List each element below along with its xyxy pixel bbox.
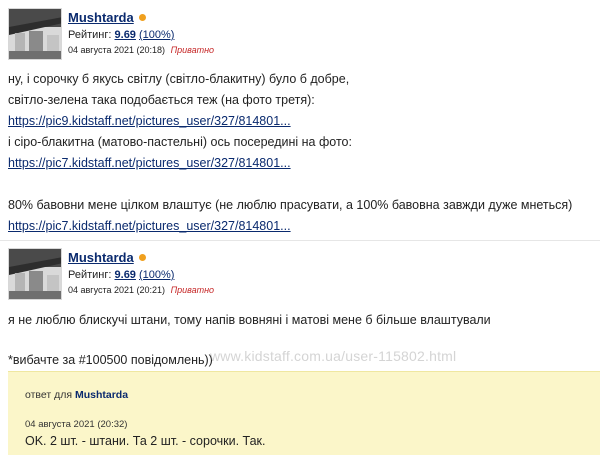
post-date: 04 августа 2021 (20:21) Приватно: [68, 283, 214, 297]
post-1-body: ну, і сорочку б якусь світлу (світло-бла…: [8, 69, 598, 237]
watermark: www.kidstaff.com.ua/user-115802.html: [210, 348, 457, 364]
private-message-link[interactable]: Приватно: [171, 45, 215, 55]
rating: Рейтинг: 9.69 (100%): [68, 267, 214, 283]
private-message-link[interactable]: Приватно: [171, 285, 215, 295]
rating-value-link[interactable]: 9.69: [115, 29, 136, 41]
post-header: Mushtarda Рейтинг: 9.69 (100%) 04 август…: [8, 8, 598, 60]
reply-prefix: ответ для: [25, 389, 73, 401]
author-link[interactable]: Mushtarda: [68, 10, 134, 25]
avatar[interactable]: [8, 8, 62, 60]
text-line: світло-зелена така подобається теж (на ф…: [8, 93, 315, 107]
photo-link[interactable]: https://pic7.kidstaff.net/pictures_user/…: [8, 219, 291, 233]
reply-to-author[interactable]: Mushtarda: [75, 389, 128, 401]
text-line: і сіро-блакитна (матово-пастельні) ось п…: [8, 135, 352, 149]
rating-percent-link[interactable]: (100%): [139, 29, 174, 41]
date-text: 04 августа 2021 (20:18): [68, 45, 166, 55]
reply-date: 04 августа 2021 (20:32): [25, 419, 128, 430]
date-text: 04 августа 2021 (20:21): [68, 285, 166, 295]
post-header: Mushtarda Рейтинг: 9.69 (100%) 04 август…: [8, 248, 598, 300]
online-status-icon: [138, 254, 146, 261]
rating-percent-link[interactable]: (100%): [139, 269, 174, 281]
rating-value-link[interactable]: 9.69: [115, 269, 136, 281]
text-line: ну, і сорочку б якусь світлу (світло-бла…: [8, 72, 350, 86]
rating: Рейтинг: 9.69 (100%): [68, 27, 214, 43]
rating-label: Рейтинг:: [68, 269, 112, 281]
photo-link[interactable]: https://pic9.kidstaff.net/pictures_user/…: [8, 114, 291, 128]
post-meta: Mushtarda Рейтинг: 9.69 (100%) 04 август…: [68, 248, 214, 297]
post-date: 04 августа 2021 (20:18) Приватно: [68, 43, 214, 57]
reply-text: OK. 2 шт. - штани. Та 2 шт. - сорочки. Т…: [25, 434, 266, 448]
photo-link[interactable]: https://pic7.kidstaff.net/pictures_user/…: [8, 156, 291, 170]
avatar[interactable]: [8, 248, 62, 300]
author-link[interactable]: Mushtarda: [68, 250, 134, 265]
online-status-icon: [138, 14, 146, 21]
reply-box: ответ для Mushtarda 04 августа 2021 (20:…: [8, 371, 600, 455]
reply-header: ответ для Mushtarda: [25, 389, 128, 401]
post-divider: [0, 240, 600, 241]
rating-label: Рейтинг:: [68, 29, 112, 41]
text-line: я не люблю блискучі штани, тому напів во…: [8, 313, 491, 327]
post-meta: Mushtarda Рейтинг: 9.69 (100%) 04 август…: [68, 8, 214, 57]
text-line: 80% бавовни мене цілком влаштує (не любл…: [8, 198, 573, 212]
